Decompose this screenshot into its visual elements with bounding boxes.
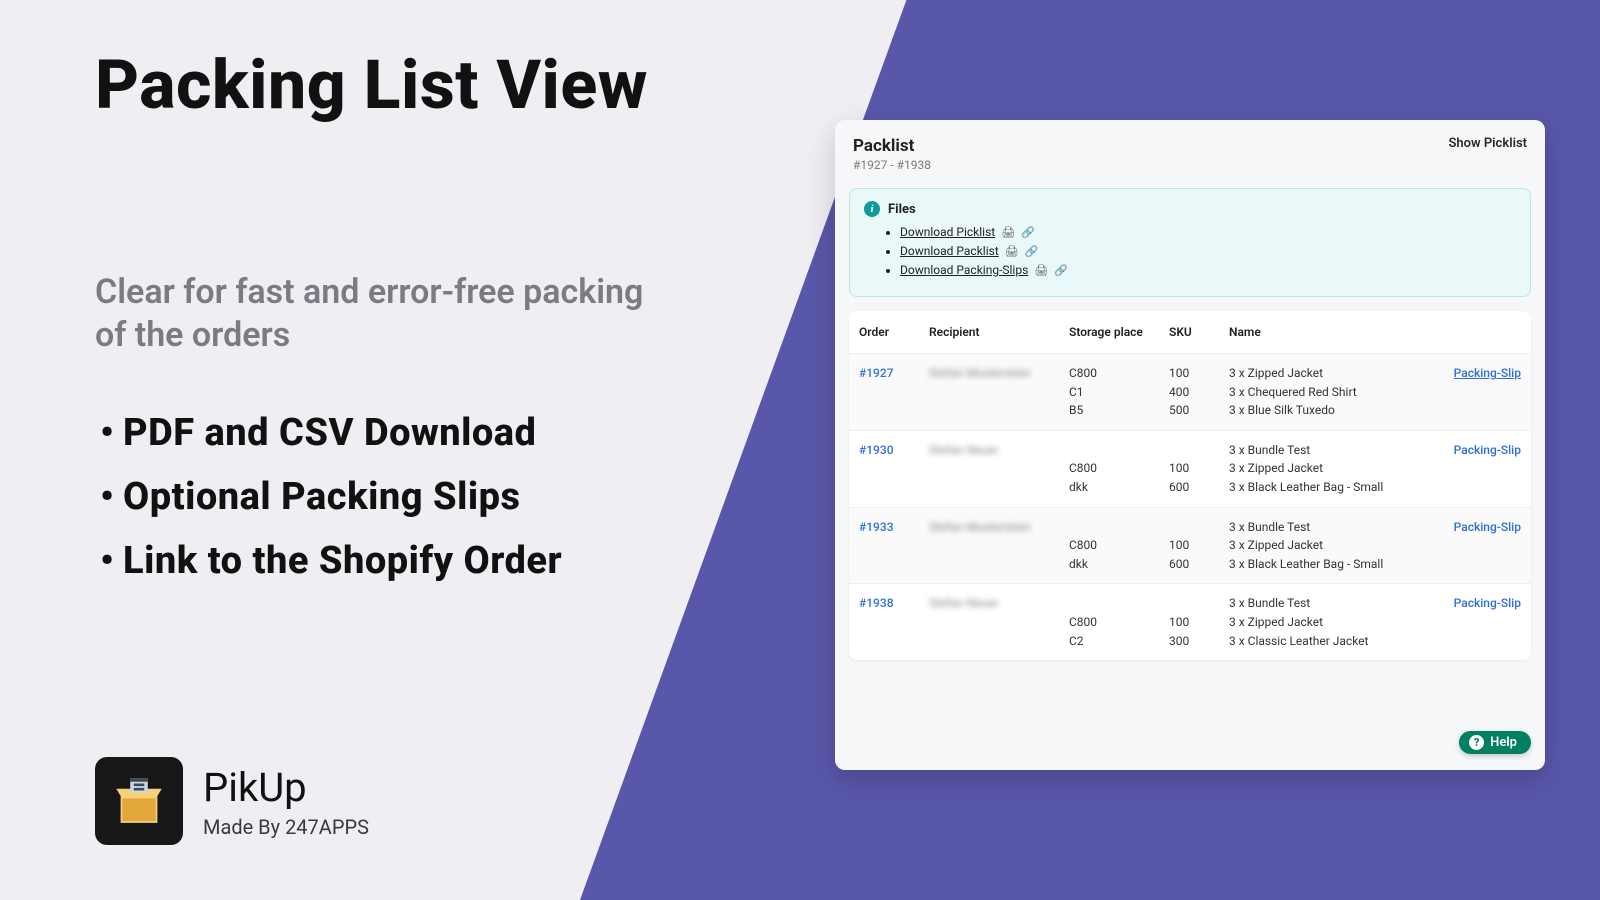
table-row: #1938 Stefan Neuer C800C2 1003003 x Bundl… bbox=[849, 584, 1531, 660]
feature-item: Optional Packing Slips bbox=[95, 475, 655, 519]
recipient-name: Stefan Neuer bbox=[929, 443, 999, 457]
table-row: #1930 Stefan Neuer C800dkk 1006003 x Bund… bbox=[849, 430, 1531, 507]
order-link[interactable]: #1930 bbox=[859, 443, 894, 457]
packing-slip-link[interactable]: Packing-Slip bbox=[1454, 366, 1521, 380]
order-range: #1927 - #1938 bbox=[853, 158, 931, 172]
panel-title: Packlist bbox=[853, 136, 931, 156]
page-title: Packing List View bbox=[95, 50, 655, 121]
packing-slip-link[interactable]: Packing-Slip bbox=[1454, 520, 1521, 534]
packlist-panel: Packlist #1927 - #1938 Show Picklist Fil… bbox=[835, 120, 1545, 770]
sku-cell: 100400500 bbox=[1159, 354, 1219, 431]
brand-block: PikUp Made By 247APPS bbox=[95, 757, 369, 845]
feature-list: PDF and CSV Download Optional Packing Sl… bbox=[95, 411, 655, 583]
help-button[interactable]: ? Help bbox=[1459, 731, 1531, 754]
storage-cell: C800dkk bbox=[1059, 507, 1159, 584]
col-recipient: Recipient bbox=[919, 311, 1059, 354]
link-icon[interactable]: 🔗 bbox=[1025, 245, 1039, 258]
col-order: Order bbox=[849, 311, 919, 354]
col-slip bbox=[1441, 311, 1531, 354]
packing-slip-link[interactable]: Packing-Slip bbox=[1454, 596, 1521, 610]
table-row: #1927 Stefan Musterstein C800C1B5100400500… bbox=[849, 354, 1531, 431]
packing-slip-link[interactable]: Packing-Slip bbox=[1454, 443, 1521, 457]
feature-item: Link to the Shopify Order bbox=[95, 539, 655, 583]
help-label: Help bbox=[1490, 735, 1517, 750]
help-icon: ? bbox=[1469, 735, 1484, 750]
packlist-table-card: Order Recipient Storage place SKU Name #… bbox=[849, 311, 1531, 660]
storage-cell: C800dkk bbox=[1059, 430, 1159, 507]
print-icon[interactable]: 🖨 bbox=[1001, 226, 1015, 239]
download-link[interactable]: Download Packlist bbox=[900, 244, 999, 258]
sku-cell: 100300 bbox=[1159, 584, 1219, 660]
name-cell: 3 x Zipped Jacket3 x Chequered Red Shirt… bbox=[1219, 354, 1441, 431]
page-subhead: Clear for fast and error-free packing of… bbox=[95, 271, 655, 356]
order-link[interactable]: #1938 bbox=[859, 596, 894, 610]
col-storage: Storage place bbox=[1059, 311, 1159, 354]
recipient-name: Stefan Musterstein bbox=[929, 520, 1030, 534]
box-icon bbox=[111, 773, 167, 829]
brand-by: Made By 247APPS bbox=[203, 815, 369, 839]
name-cell: 3 x Bundle Test3 x Zipped Jacket3 x Blac… bbox=[1219, 507, 1441, 584]
files-list-item: Download Packlist 🖨 🔗 bbox=[900, 244, 1516, 258]
info-icon bbox=[864, 201, 880, 217]
brand-text: PikUp Made By 247APPS bbox=[203, 764, 369, 839]
print-icon[interactable]: 🖨 bbox=[1034, 264, 1048, 277]
files-heading: Files bbox=[864, 201, 1516, 217]
print-icon[interactable]: 🖨 bbox=[1005, 245, 1019, 258]
storage-cell: C800C1B5 bbox=[1059, 354, 1159, 431]
name-cell: 3 x Bundle Test3 x Zipped Jacket3 x Blac… bbox=[1219, 430, 1441, 507]
packlist-table: Order Recipient Storage place SKU Name #… bbox=[849, 311, 1531, 660]
download-link[interactable]: Download Packing-Slips bbox=[900, 263, 1028, 277]
name-cell: 3 x Bundle Test3 x Zipped Jacket3 x Clas… bbox=[1219, 584, 1441, 660]
files-list: Download Picklist🖨🔗Download Packlist🖨🔗Do… bbox=[900, 225, 1516, 277]
table-row: #1933 Stefan Musterstein C800dkk 1006003 … bbox=[849, 507, 1531, 584]
sku-cell: 100600 bbox=[1159, 430, 1219, 507]
feature-item: PDF and CSV Download bbox=[95, 411, 655, 455]
download-link[interactable]: Download Picklist bbox=[900, 225, 995, 239]
marketing-column: Packing List View Clear for fast and err… bbox=[95, 50, 655, 603]
col-sku: SKU bbox=[1159, 311, 1219, 354]
brand-name: PikUp bbox=[203, 764, 369, 811]
files-card: Files Download Picklist🖨🔗Download Packli… bbox=[849, 188, 1531, 297]
panel-header: Packlist #1927 - #1938 Show Picklist bbox=[849, 136, 1531, 172]
show-picklist-link[interactable]: Show Picklist bbox=[1448, 136, 1527, 151]
recipient-name: Stefan Musterstein bbox=[929, 366, 1030, 380]
col-name: Name bbox=[1219, 311, 1441, 354]
brand-icon bbox=[95, 757, 183, 845]
storage-cell: C800C2 bbox=[1059, 584, 1159, 660]
files-list-item: Download Packing-Slips 🖨 🔗 bbox=[900, 263, 1516, 277]
link-icon[interactable]: 🔗 bbox=[1021, 226, 1035, 239]
files-heading-label: Files bbox=[888, 202, 916, 217]
link-icon[interactable]: 🔗 bbox=[1054, 264, 1068, 277]
sku-cell: 100600 bbox=[1159, 507, 1219, 584]
files-list-item: Download Picklist 🖨 🔗 bbox=[900, 225, 1516, 239]
order-link[interactable]: #1933 bbox=[859, 520, 894, 534]
recipient-name: Stefan Neuer bbox=[929, 596, 999, 610]
order-link[interactable]: #1927 bbox=[859, 366, 894, 380]
